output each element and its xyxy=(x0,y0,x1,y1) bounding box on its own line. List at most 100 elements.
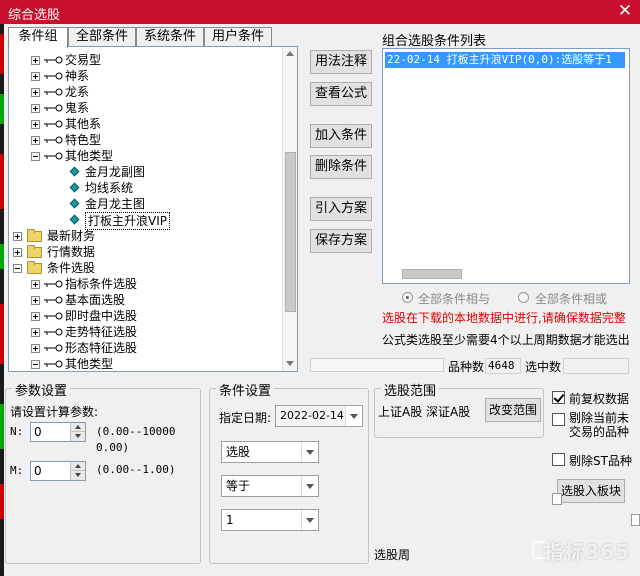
key-icon xyxy=(44,104,63,112)
expand-icon[interactable] xyxy=(31,104,40,113)
chevron-down-icon[interactable] xyxy=(301,510,318,530)
list-scroll-thumb[interactable] xyxy=(402,269,462,279)
tree-node-condition-screening[interactable]: 条件选股 xyxy=(9,260,281,276)
param-n-value[interactable]: 0 xyxy=(34,425,42,439)
chevron-down-icon[interactable] xyxy=(301,442,318,462)
import-plan-button[interactable]: 引入方案 xyxy=(310,197,372,221)
tree-scroll-thumb[interactable] xyxy=(285,152,296,312)
tree-node-other-types-2[interactable]: 其他类型 xyxy=(9,356,281,371)
tree-node-special[interactable]: 特色型 xyxy=(9,132,281,148)
key-icon xyxy=(44,280,63,288)
tree-node-trading[interactable]: 交易型 xyxy=(9,52,281,68)
condition-list-row[interactable]: 22-02-14 打板主升浪VIP(0,0):选股等于1 xyxy=(385,52,625,68)
tree-node-label: 即时盘中选股 xyxy=(65,309,138,323)
tree-node-ma-system[interactable]: 均线系统 xyxy=(9,180,281,196)
collapse-icon[interactable] xyxy=(31,152,40,161)
logic-and-radio[interactable] xyxy=(402,292,413,303)
expand-icon[interactable] xyxy=(31,72,40,81)
expand-icon[interactable] xyxy=(13,232,22,241)
expand-icon[interactable] xyxy=(31,344,40,353)
collapse-icon[interactable] xyxy=(31,360,40,369)
tab-all-conditions[interactable]: 全部条件 xyxy=(68,27,136,47)
select-type-dropdown[interactable]: 选股 xyxy=(221,441,319,463)
add-condition-button[interactable]: 加入条件 xyxy=(310,124,372,148)
param-m-spinner[interactable]: 0 xyxy=(30,461,86,481)
tree-node-long[interactable]: 龙系 xyxy=(9,84,281,100)
param-n-range: (0.00--100000.00) xyxy=(96,425,176,454)
folder-icon xyxy=(27,261,42,274)
target-value-dropdown[interactable]: 1 xyxy=(221,509,319,531)
spin-down-icon[interactable] xyxy=(70,432,85,441)
expand-icon[interactable] xyxy=(31,280,40,289)
chevron-down-icon[interactable] xyxy=(301,476,318,496)
operator-dropdown[interactable]: 等于 xyxy=(221,475,319,497)
expand-icon[interactable] xyxy=(13,248,22,257)
tab-user-conditions[interactable]: 用户条件 xyxy=(204,27,272,47)
tree-node-gui[interactable]: 鬼系 xyxy=(9,100,281,116)
tree-node-trend-screening[interactable]: 走势特征选股 xyxy=(9,324,281,340)
option-checkbox[interactable] xyxy=(552,493,562,505)
key-icon xyxy=(44,56,63,64)
exclude-non-trading-checkbox[interactable] xyxy=(552,413,565,426)
side-checkbox[interactable] xyxy=(631,514,640,526)
param-n-spinner[interactable]: 0 xyxy=(30,422,86,442)
exclude-st-checkbox[interactable] xyxy=(552,453,565,466)
key-icon xyxy=(44,136,63,144)
logic-or-radio[interactable] xyxy=(518,292,529,303)
tree-node-intraday-screening[interactable]: 即时盘中选股 xyxy=(9,308,281,324)
save-plan-button[interactable]: 保存方案 xyxy=(310,229,372,253)
key-icon xyxy=(44,72,63,80)
tree-node-jinyue-main[interactable]: 金月龙主图 xyxy=(9,196,281,212)
param-m-value[interactable]: 0 xyxy=(34,464,42,478)
tree-node-label: 特色型 xyxy=(65,133,102,147)
select-to-block-button[interactable]: 选股入板块 xyxy=(557,479,625,503)
spin-down-icon[interactable] xyxy=(70,471,85,480)
tree-node-fundamental-screening[interactable]: 基本面选股 xyxy=(9,292,281,308)
collapse-icon[interactable] xyxy=(13,264,22,273)
pre-adjust-checkbox[interactable] xyxy=(552,391,565,404)
expand-icon[interactable] xyxy=(31,328,40,337)
tree-node-shen[interactable]: 神系 xyxy=(9,68,281,84)
scroll-up-icon[interactable] xyxy=(286,51,294,56)
chevron-down-icon[interactable] xyxy=(345,406,362,426)
select-type-value[interactable]: 选股 xyxy=(226,445,250,459)
background-chart-strip xyxy=(0,24,4,576)
tree-scrollbar[interactable] xyxy=(282,47,297,371)
key-icon xyxy=(44,328,63,336)
condition-list[interactable]: 22-02-14 打板主升浪VIP(0,0):选股等于1 xyxy=(382,48,630,284)
expand-icon[interactable] xyxy=(31,120,40,129)
date-value[interactable]: 2022-02-14 xyxy=(280,409,344,422)
tree-node-other-types-1[interactable]: 其他类型 xyxy=(9,148,281,164)
spin-up-icon[interactable] xyxy=(70,462,85,471)
tree-node-market-data[interactable]: 行情数据 xyxy=(9,244,281,260)
expand-icon[interactable] xyxy=(31,56,40,65)
view-formula-button[interactable]: 查看公式 xyxy=(310,82,372,106)
target-value[interactable]: 1 xyxy=(226,513,234,527)
selected-count-value xyxy=(563,358,629,374)
tree-node-indicator-screening[interactable]: 指标条件选股 xyxy=(9,276,281,292)
tree-node-latest-finance[interactable]: 最新财务 xyxy=(9,228,281,244)
tree-node-jinyue-sub[interactable]: 金月龙副图 xyxy=(9,164,281,180)
expand-icon[interactable] xyxy=(31,296,40,305)
stock-count-label: 品种数 xyxy=(448,360,485,374)
tree-node-daban-vip[interactable]: 打板主升浪VIP xyxy=(9,212,281,230)
spin-up-icon[interactable] xyxy=(70,423,85,432)
expand-icon[interactable] xyxy=(31,312,40,321)
operator-value[interactable]: 等于 xyxy=(226,479,250,493)
param-n-label: N: xyxy=(10,425,24,438)
tree-node-pattern-screening[interactable]: 形态特征选股 xyxy=(9,340,281,356)
delete-condition-button[interactable]: 删除条件 xyxy=(310,155,372,179)
tab-condition-group[interactable]: 条件组 xyxy=(8,27,68,48)
expand-icon[interactable] xyxy=(31,88,40,97)
condition-tree[interactable]: 交易型 神系 龙系 鬼系 其他系 特色型 其他类型 金月龙副图 均线系统 金月龙主图 打板主升浪VI… xyxy=(8,46,298,372)
tab-system-conditions[interactable]: 系统条件 xyxy=(136,27,204,47)
close-icon[interactable]: ✕ xyxy=(616,1,634,21)
scroll-down-icon[interactable] xyxy=(286,361,294,366)
date-picker[interactable]: 2022-02-14 xyxy=(275,405,363,427)
tree-node-other-series[interactable]: 其他系 xyxy=(9,116,281,132)
expand-icon[interactable] xyxy=(31,136,40,145)
list-hscrollbar[interactable] xyxy=(392,267,612,281)
change-range-button[interactable]: 改变范围 xyxy=(485,398,541,422)
usage-notes-button[interactable]: 用法注释 xyxy=(310,50,372,74)
params-prompt: 请设置计算参数: xyxy=(10,405,99,419)
